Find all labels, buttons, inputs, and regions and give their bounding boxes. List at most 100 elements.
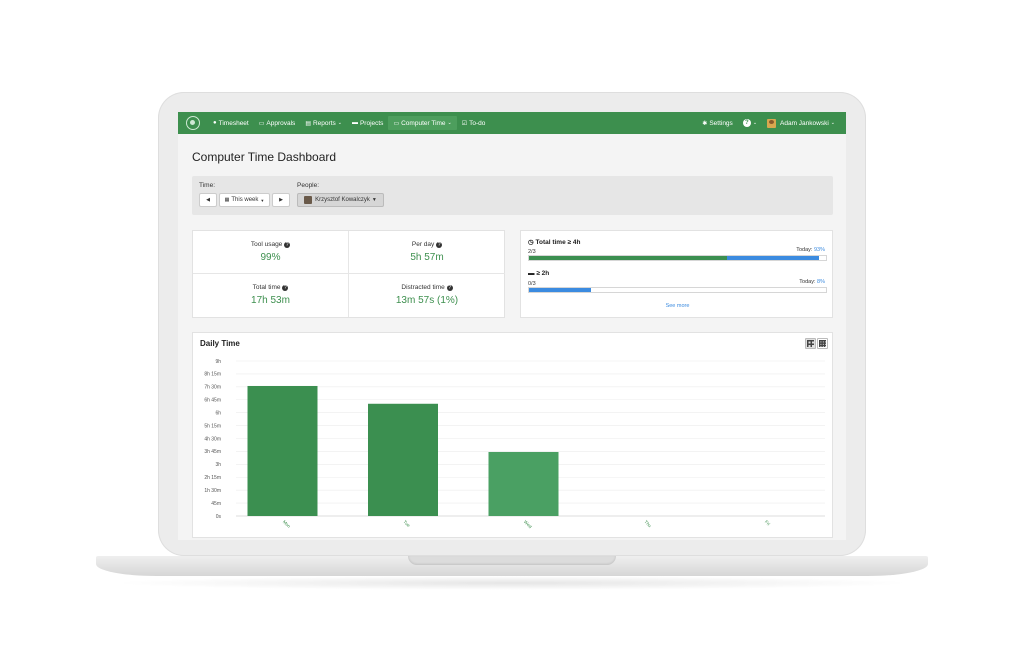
- people-select[interactable]: Krzysztof Kowalczyk ▼: [297, 193, 384, 207]
- y-tick-label: 2h 15m: [204, 475, 221, 481]
- filter-bar: Time: ◀ ▦ This week ▼ ▶ People: Krzyszto…: [192, 176, 833, 215]
- x-tick-label: Thu: [643, 519, 652, 528]
- goal-progress-fill-today: [529, 288, 592, 292]
- stat-label-wrap: Total time ?: [193, 284, 348, 291]
- clock-icon: ●: [213, 120, 217, 126]
- period-label: This week: [231, 197, 259, 203]
- stats-panel: Tool usage ? 99% Per day ? 5h 57m Total …: [192, 230, 505, 318]
- caret-down-icon: ▼: [371, 197, 377, 203]
- prev-period-button[interactable]: ◀: [199, 193, 217, 207]
- see-more-link[interactable]: See more: [521, 303, 834, 309]
- chevron-down-icon: ⌄: [447, 120, 452, 126]
- stat-tool-usage: Tool usage ? 99%: [193, 231, 349, 274]
- goal-today: Today: 93%: [796, 247, 825, 253]
- help-icon: ?: [742, 119, 751, 127]
- question-icon[interactable]: ?: [284, 242, 291, 248]
- caret-down-icon: ▼: [260, 197, 265, 203]
- goal-title-row: ▬ ≥ 2h: [528, 270, 549, 277]
- stat-value: 5h 57m: [410, 252, 444, 263]
- goal-progress-bar: [528, 287, 827, 293]
- goal-progress-fill-today: [727, 256, 820, 260]
- goal-today-pct: 8%: [817, 279, 825, 285]
- stat-value: 99%: [260, 252, 281, 263]
- checkbox-icon: ☑: [461, 120, 468, 127]
- time-filter-label: Time:: [199, 182, 216, 189]
- stat-label-wrap: Distracted time ?: [349, 284, 505, 291]
- goal-title: ≥ 2h: [536, 270, 550, 277]
- gear-icon: ✱: [702, 120, 708, 127]
- stat-label-wrap: Per day ?: [349, 241, 505, 248]
- y-tick-label: 3h: [215, 462, 221, 468]
- inbox-icon: ▭: [258, 120, 265, 127]
- stat-value: 17h 53m: [251, 295, 290, 306]
- x-tick-label: Wed: [523, 519, 533, 529]
- y-tick-label: 8h 15m: [204, 372, 221, 378]
- document-icon: ▤: [305, 120, 311, 127]
- nav-item-approvals[interactable]: ▭ Approvals: [254, 112, 301, 134]
- stat-label: Total time: [252, 284, 281, 291]
- nav-item-label: Approvals: [266, 119, 296, 127]
- app-logo[interactable]: [186, 116, 200, 130]
- y-tick-label: 0s: [216, 514, 222, 520]
- nav-item-timesheet[interactable]: ● Timesheet: [208, 112, 254, 134]
- page-title: Computer Time Dashboard: [192, 150, 337, 164]
- stat-total-time: Total time ? 17h 53m: [193, 274, 349, 317]
- y-tick-label: 45m: [211, 501, 221, 507]
- people-filter-label: People:: [297, 182, 320, 189]
- x-tick-label: Tue: [402, 519, 411, 528]
- nav-item-reports[interactable]: ▤ Reports ⌄: [300, 112, 347, 134]
- avatar: [304, 196, 313, 204]
- laptop-notch: [408, 556, 616, 565]
- nav-item-label: To-do: [469, 119, 486, 127]
- nav-item-label: Projects: [359, 119, 384, 127]
- calendar-icon: ▦: [224, 197, 230, 203]
- nav-item-user-menu[interactable]: Adam Jankowski ⌄: [762, 112, 840, 134]
- bar-tue[interactable]: [368, 403, 438, 516]
- question-icon[interactable]: ?: [446, 285, 453, 291]
- x-tick-label: Mon: [282, 519, 292, 529]
- laptop-icon: ▭: [393, 120, 400, 127]
- clock-icon: ◷: [528, 239, 534, 246]
- goal-progress-fill-week: [529, 256, 727, 260]
- nav-item-label: Settings: [709, 119, 733, 127]
- nav-item-computer-time[interactable]: ▭ Computer Time ⌄: [388, 116, 457, 130]
- bar-mon[interactable]: [247, 385, 318, 516]
- question-icon[interactable]: ?: [436, 242, 443, 248]
- nav-item-projects[interactable]: ▬ Projects: [347, 112, 388, 134]
- goal-today: Today: 8%: [799, 279, 825, 285]
- stat-label: Tool usage: [250, 241, 283, 248]
- nav-item-settings[interactable]: ✱ Settings: [697, 112, 738, 134]
- goals-panel: ◷ Total time ≥ 4h 2/3 Today: 93% ▬ ≥ 2h …: [520, 230, 833, 318]
- nav-item-label: Computer Time: [401, 119, 446, 127]
- laptop-shadow: [110, 576, 914, 590]
- y-tick-label: 9h: [215, 359, 221, 365]
- goal-progress-bar: [528, 255, 827, 261]
- goal-today-pct: 93%: [813, 247, 825, 253]
- daily-time-panel: Daily Time 0s 45m 1h 30m 2h 15m 3h 3h 45m 4h 3…: [192, 332, 833, 538]
- chevron-down-icon: ⌄: [752, 120, 758, 126]
- stat-label: Per day: [411, 241, 435, 248]
- user-name: Adam Jankowski: [780, 119, 829, 127]
- goal-today-label: Today:: [796, 247, 813, 253]
- top-navbar: ● Timesheet ▭ Approvals ▤ Reports ⌄ ▬ Pr…: [178, 112, 846, 134]
- y-tick-label: 3h 45m: [204, 449, 221, 455]
- nav-item-help[interactable]: ? ⌄: [738, 112, 762, 134]
- nav-item-todo[interactable]: ☑ To-do: [457, 112, 491, 134]
- bar-wed[interactable]: [488, 451, 559, 516]
- stat-value: 13m 57s (1%): [395, 295, 459, 306]
- nav-item-label: Reports: [312, 119, 336, 127]
- person-name: Krzysztof Kowalczyk: [315, 197, 370, 203]
- stat-label: Distracted time: [401, 284, 445, 291]
- y-tick-label: 6h: [215, 410, 221, 416]
- chevron-down-icon: ⌄: [337, 120, 342, 126]
- period-select[interactable]: ▦ This week ▼: [219, 193, 270, 207]
- y-tick-label: 1h 30m: [204, 488, 221, 494]
- question-icon[interactable]: ?: [282, 285, 289, 291]
- next-period-button[interactable]: ▶: [272, 193, 290, 207]
- y-tick-label: 5h 15m: [204, 423, 221, 429]
- stat-per-day: Per day ? 5h 57m: [349, 231, 505, 274]
- y-tick-label: 7h 30m: [204, 385, 221, 391]
- daily-time-chart: 0s 45m 1h 30m 2h 15m 3h 3h 45m 4h 30m 5h 15m 6h 6…: [204, 359, 825, 530]
- stat-label-wrap: Tool usage ?: [193, 241, 348, 248]
- folder-icon: ▬: [528, 270, 535, 277]
